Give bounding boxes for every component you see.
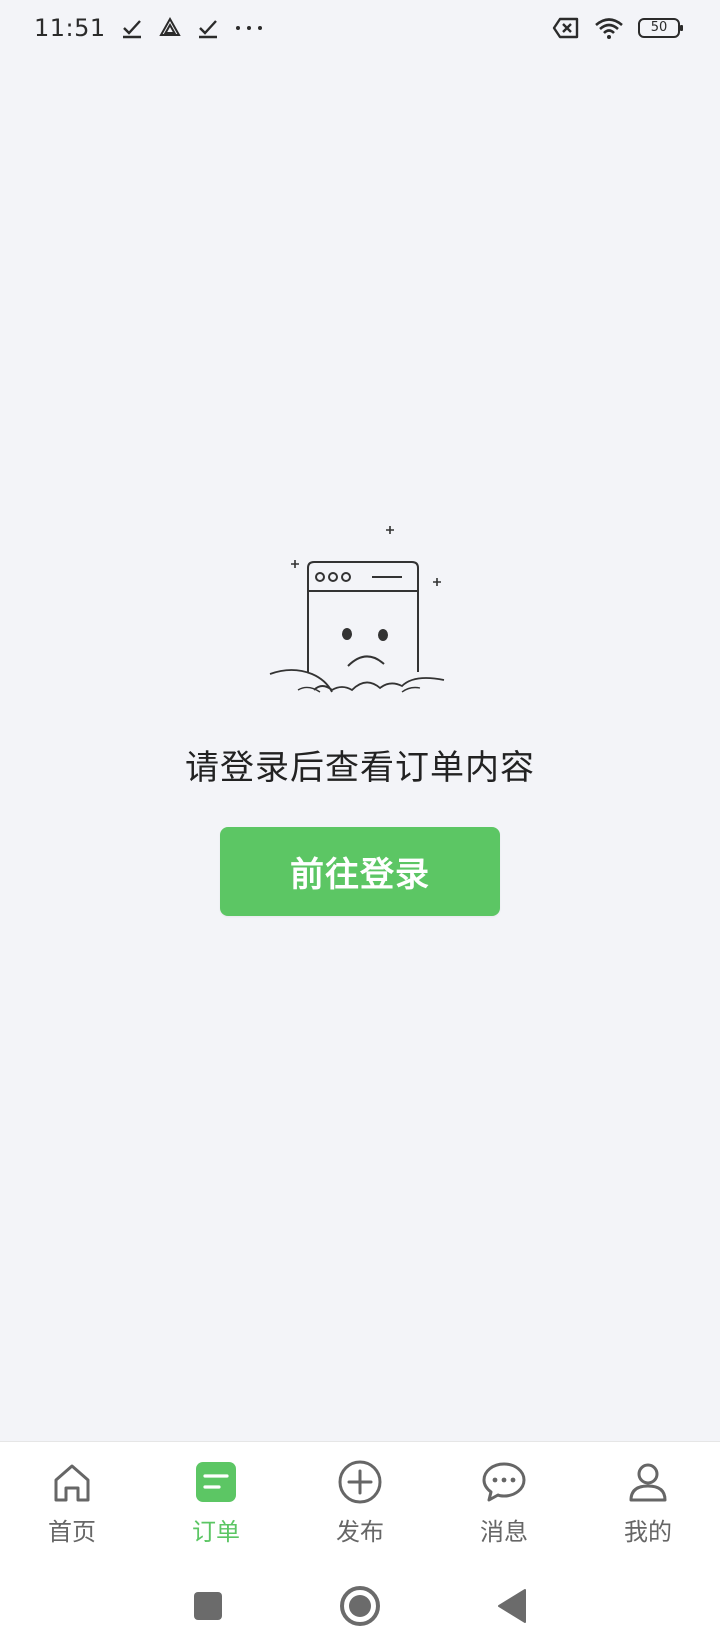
battery-level: 50	[650, 20, 668, 35]
tab-publish[interactable]: 发布	[300, 1458, 420, 1547]
home-nav-button[interactable]	[338, 1584, 382, 1628]
go-login-button[interactable]: 前往登录	[220, 827, 500, 916]
status-bar: 11:51 50	[0, 0, 720, 56]
tab-label: 我的	[624, 1518, 672, 1546]
tab-orders[interactable]: 订单	[156, 1458, 276, 1547]
status-left: 11:51	[34, 14, 264, 42]
bottom-tab-bar: 首页 订单 发布 消息 我的	[0, 1441, 720, 1561]
plus-circle-icon	[338, 1460, 382, 1504]
recent-apps-button[interactable]	[186, 1584, 230, 1628]
back-triangle-icon	[498, 1588, 526, 1623]
user-icon	[629, 1463, 667, 1502]
tab-label: 首页	[48, 1518, 96, 1546]
system-navigation-bar	[0, 1561, 720, 1650]
home-circle-icon	[340, 1585, 380, 1626]
drive-icon	[158, 16, 181, 36]
empty-state-message: 请登录后查看订单内容	[185, 748, 535, 788]
battery-icon: 50	[638, 17, 684, 39]
tab-label: 消息	[480, 1518, 528, 1546]
tab-label: 订单	[192, 1518, 240, 1546]
status-time: 11:51	[34, 14, 106, 42]
tab-home[interactable]: 首页	[12, 1458, 132, 1547]
tab-label: 发布	[336, 1518, 384, 1546]
sim-off-icon	[552, 17, 579, 39]
home-icon	[54, 1464, 90, 1502]
tab-profile[interactable]: 我的	[588, 1458, 708, 1547]
check-icon	[198, 20, 217, 39]
more-dots-icon	[235, 26, 262, 30]
tab-messages[interactable]: 消息	[444, 1458, 564, 1547]
check-icon	[122, 20, 141, 39]
message-icon	[482, 1462, 526, 1502]
status-right: 50	[552, 16, 684, 40]
order-icon	[196, 1462, 236, 1502]
sad-browser-window-illustration	[269, 526, 445, 693]
recent-apps-icon	[194, 1591, 222, 1620]
back-nav-button[interactable]	[490, 1584, 534, 1628]
wifi-icon	[595, 18, 623, 39]
